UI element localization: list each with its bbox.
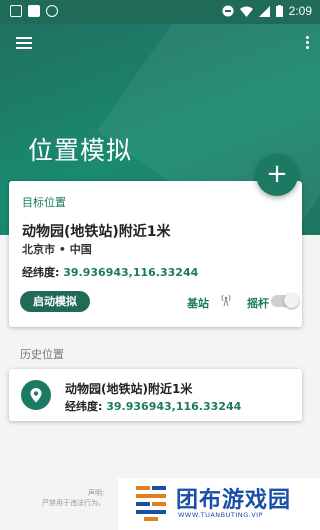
watermark-logo-icon xyxy=(136,486,166,521)
status-time: 2:09 xyxy=(288,4,312,18)
disclaimer-title: 声明: xyxy=(88,489,105,497)
history-section-label: 历史位置 xyxy=(20,348,64,361)
disclaimer-text: 严禁用于违法行为。 xyxy=(42,499,105,507)
toggle-knob xyxy=(284,293,299,308)
history-place-name: 动物园(地铁站)附近1米 xyxy=(65,382,193,396)
history-coord-value: 39.936943,116.33244 xyxy=(106,400,242,413)
sync-icon xyxy=(46,5,58,17)
target-location-card: 目标位置 动物园(地铁站)附近1米 北京市 • 中国 经纬度: 39.93694… xyxy=(9,181,302,327)
start-simulation-button[interactable]: 启动模拟 xyxy=(20,291,90,312)
watermark: 团布游戏园 WWW.TUANBUTING.VIP xyxy=(118,478,320,530)
signal-icon xyxy=(258,5,270,17)
history-list-item[interactable]: 动物园(地铁站)附近1米 经纬度: 39.936943,116.33244 xyxy=(9,369,302,421)
history-coord-label: 经纬度: xyxy=(65,400,103,413)
watermark-title: 团布游戏园 xyxy=(176,488,292,513)
battery-icon xyxy=(275,5,283,17)
dnd-icon xyxy=(222,5,234,17)
page-title: 位置模拟 xyxy=(28,136,133,165)
menu-icon[interactable] xyxy=(16,37,32,49)
wifi-icon xyxy=(239,6,253,17)
joystick-toggle[interactable] xyxy=(271,293,299,308)
location-pin-icon xyxy=(21,380,51,410)
joystick-label: 摇杆 xyxy=(247,297,269,310)
history-coordinates: 经纬度: 39.936943,116.33244 xyxy=(65,398,241,414)
notification-icon xyxy=(28,5,40,17)
more-options-icon[interactable] xyxy=(304,36,310,50)
target-city: 北京市 • 中国 xyxy=(22,243,92,256)
coord-label: 经纬度: xyxy=(22,266,60,279)
target-place-name: 动物园(地铁站)附近1米 xyxy=(22,224,171,240)
antenna-icon[interactable] xyxy=(219,293,233,307)
photo-icon xyxy=(10,5,22,17)
coord-value: 39.936943,116.33244 xyxy=(63,266,199,279)
add-location-button[interactable]: + xyxy=(256,154,298,196)
disclaimer: 声明: 严禁用于违法行为。 xyxy=(30,488,130,508)
watermark-subtitle: WWW.TUANBUTING.VIP xyxy=(178,511,263,519)
status-bar: 2:09 xyxy=(0,0,320,24)
target-location-label: 目标位置 xyxy=(22,196,66,209)
station-label[interactable]: 基站 xyxy=(187,295,209,311)
target-coordinates: 经纬度: 39.936943,116.33244 xyxy=(22,264,198,280)
